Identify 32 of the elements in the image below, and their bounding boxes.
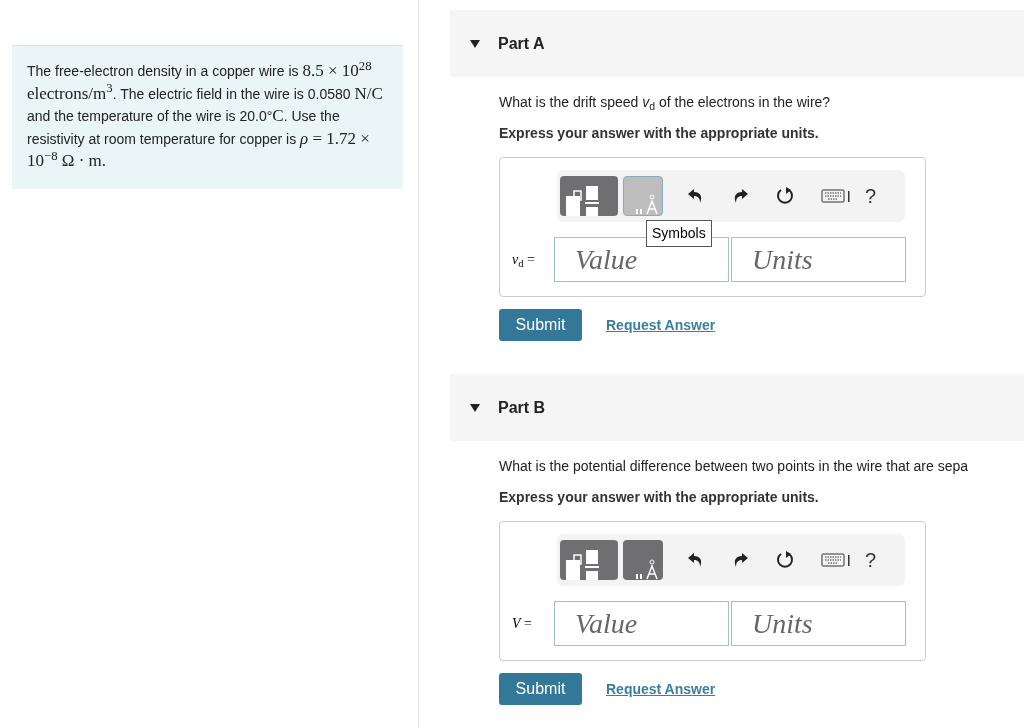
reset-icon xyxy=(775,186,795,206)
caret-icon xyxy=(470,39,480,48)
templates-button[interactable] xyxy=(560,176,618,216)
tooltip: Symbols xyxy=(646,220,712,247)
variable-label: V = xyxy=(512,615,533,633)
reset-button[interactable] xyxy=(775,550,795,570)
units-field[interactable]: Units xyxy=(731,237,906,282)
question-text: What is the potential difference between two points in the wire that are sepa xyxy=(499,457,970,476)
units-field[interactable]: Units xyxy=(731,601,906,646)
help-button[interactable]: ? xyxy=(865,545,877,575)
help-button[interactable]: ? xyxy=(865,181,877,211)
symbols-button[interactable] xyxy=(623,540,663,580)
keyboard-icon xyxy=(821,553,851,567)
request-answer-link[interactable]: Request Answer xyxy=(606,678,716,700)
keyboard-button[interactable] xyxy=(821,553,851,567)
request-answer-link[interactable]: Request Answer xyxy=(606,314,716,336)
instruction-text: Express your answer with the appropriate units. xyxy=(499,488,819,507)
caret-icon xyxy=(470,403,480,412)
reset-button[interactable] xyxy=(775,186,795,206)
submit-button[interactable]: Submit xyxy=(499,673,582,705)
keyboard-button[interactable] xyxy=(821,189,851,203)
submit-button[interactable]: Submit xyxy=(499,309,582,341)
part-header[interactable]: Part B xyxy=(450,374,1024,441)
keyboard-icon xyxy=(821,189,851,203)
templates-button[interactable] xyxy=(560,540,618,580)
variable-label: v$_{d}$ = xyxy=(512,251,536,270)
question-text: What is the drift speed v$_{d}$ of the electrons in the wire? xyxy=(499,93,832,114)
reset-icon xyxy=(775,550,795,570)
part-header[interactable]: Part A xyxy=(450,10,1024,77)
value-field[interactable]: Value xyxy=(554,601,729,646)
problem-text: The free-electron density in a copper wire is 8.5 × 10$^{28}$ electrons/m$^{3}$. The electric field in the wire is 0.0580 N/C and the temperature of the wire is 20.0°C. Use the resistivity at room temperature for copper is ρ = 1.72 × 10$^{−8}$ Ω · m. xyxy=(27,60,384,172)
instruction-text: Express your answer with the appropriate units. xyxy=(499,124,819,143)
